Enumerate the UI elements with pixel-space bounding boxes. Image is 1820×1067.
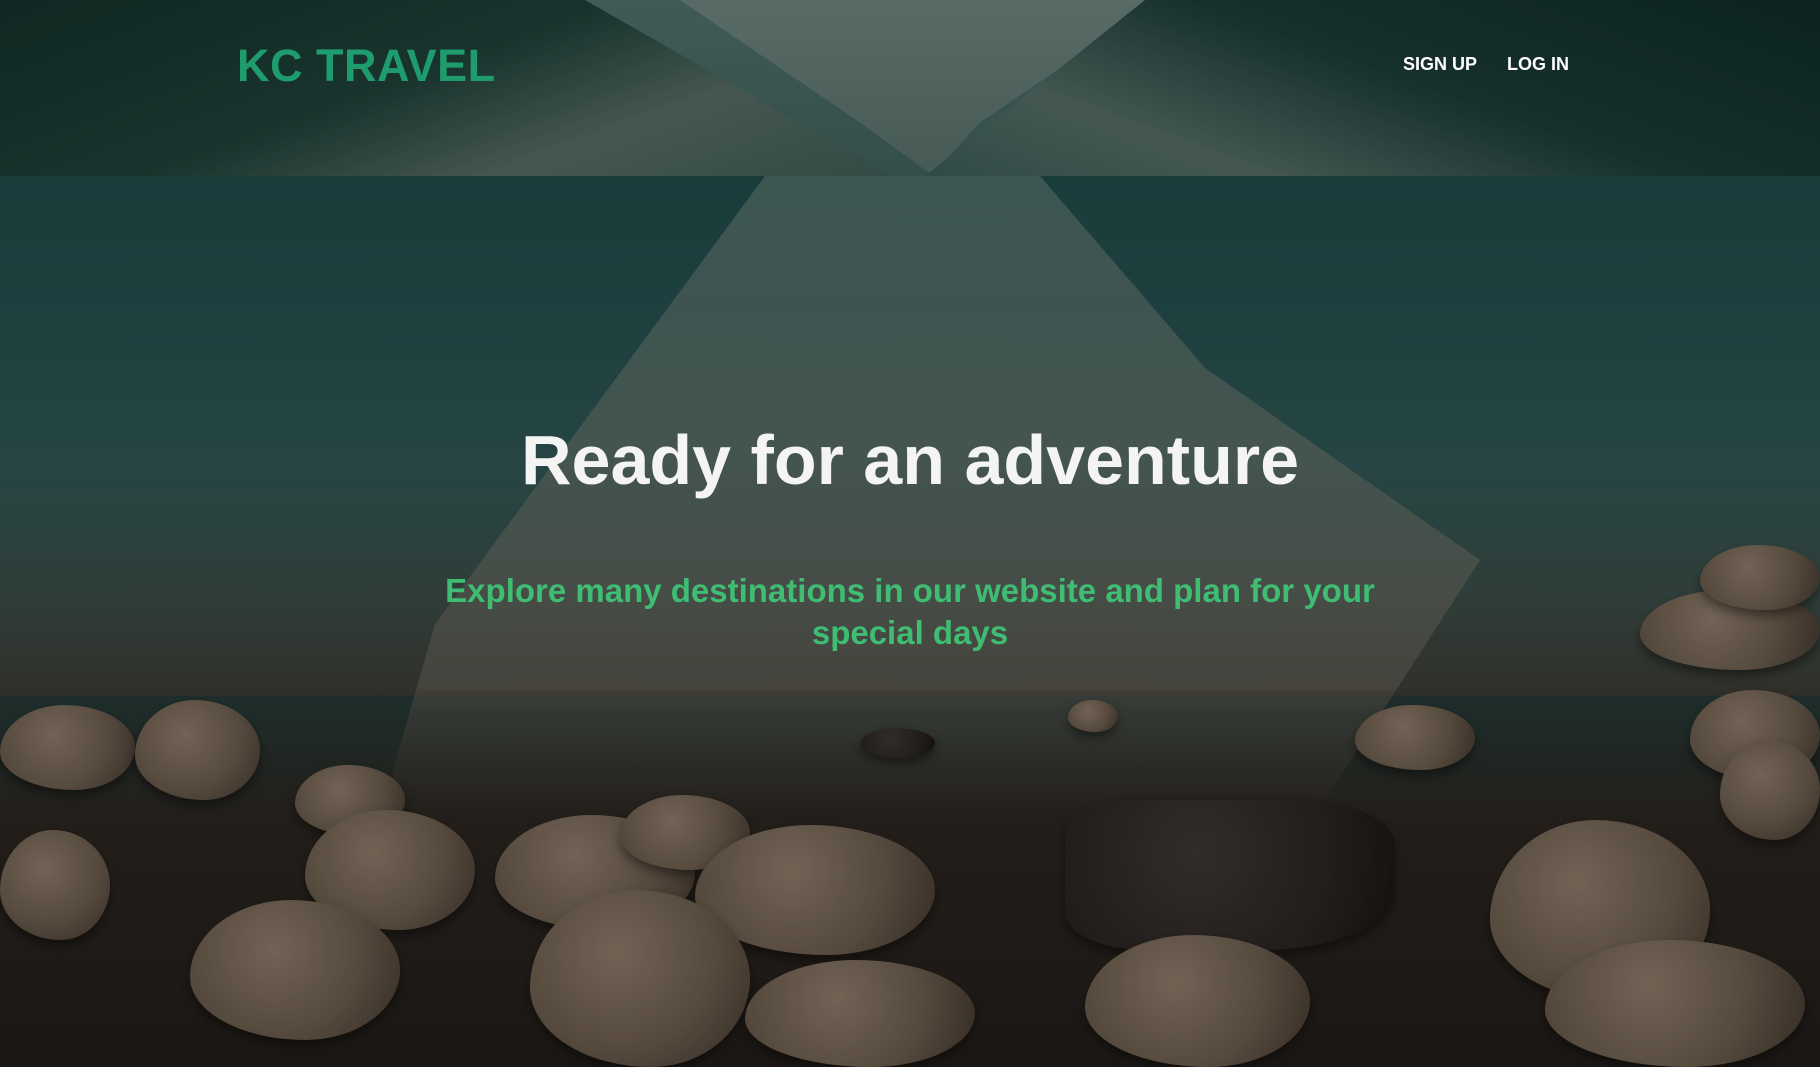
- hero-content: Ready for an adventure Explore many dest…: [0, 420, 1820, 654]
- site-header: KC TRAVEL SIGN UP LOG IN: [0, 0, 1820, 130]
- logo-link[interactable]: KC TRAVEL: [237, 40, 496, 92]
- login-link[interactable]: LOG IN: [1507, 54, 1569, 75]
- hero-section: KC TRAVEL SIGN UP LOG IN Ready for an ad…: [0, 0, 1820, 1067]
- hero-subtitle: Explore many destinations in our website…: [445, 572, 1375, 651]
- top-nav: SIGN UP LOG IN: [1403, 54, 1569, 75]
- signup-link[interactable]: SIGN UP: [1403, 54, 1477, 75]
- hero-title: Ready for an adventure: [521, 421, 1299, 499]
